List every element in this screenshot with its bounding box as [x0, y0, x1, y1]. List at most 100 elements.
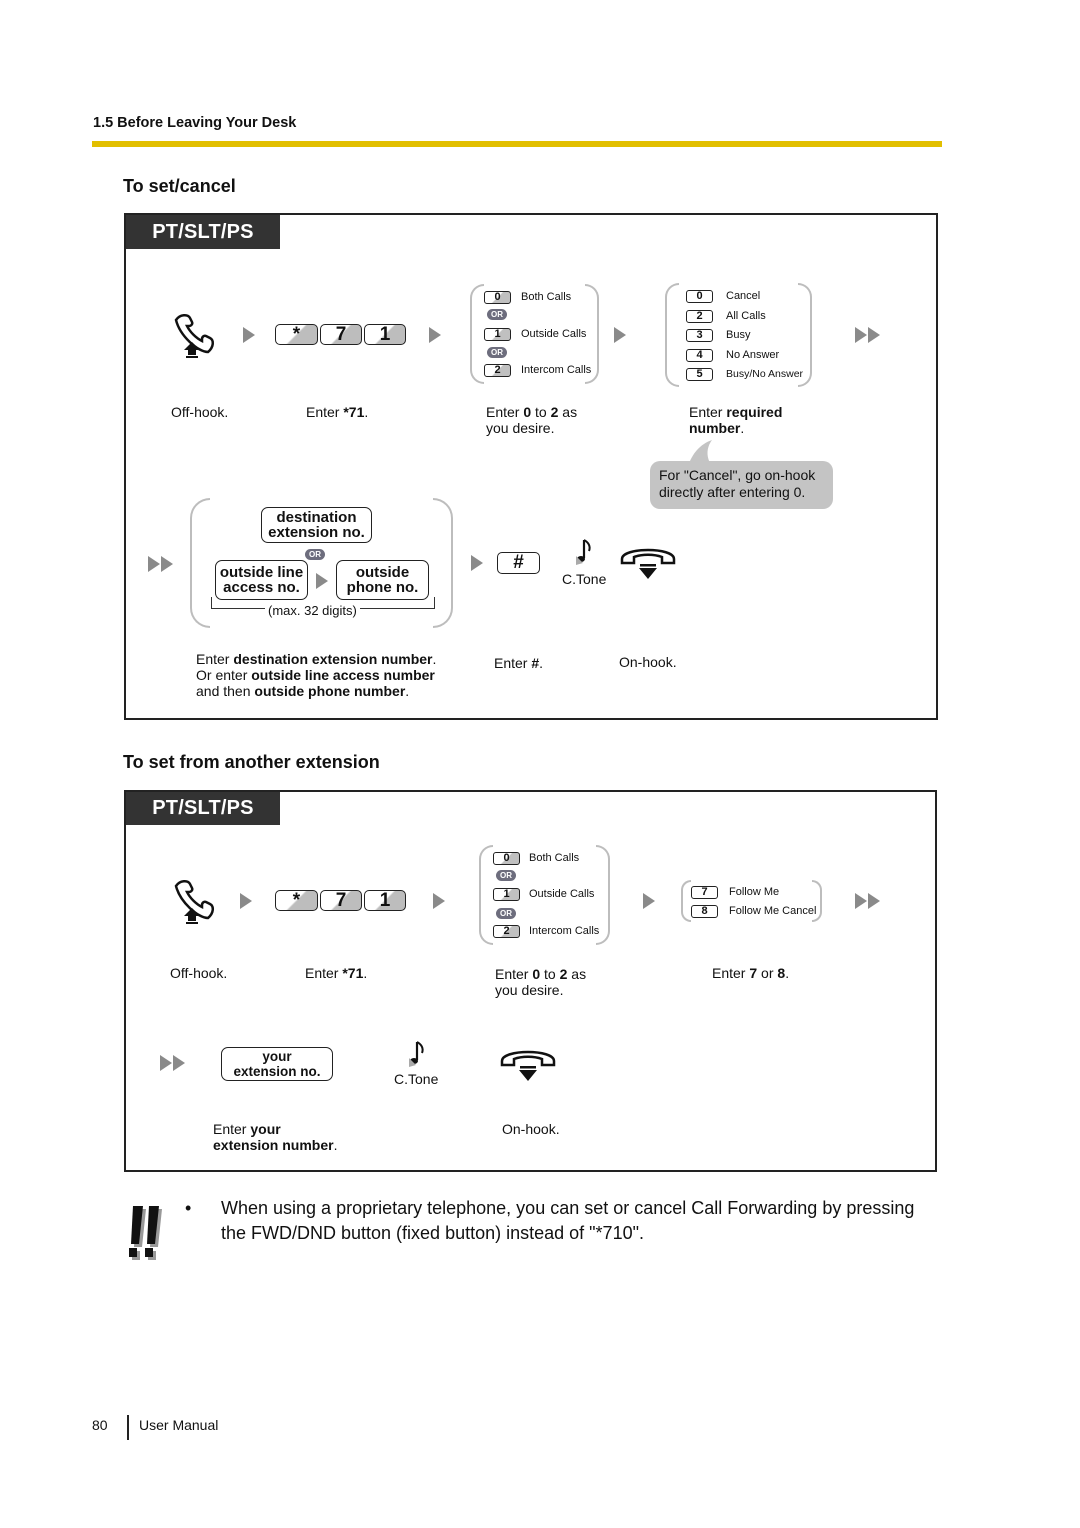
caption-on-hook: On-hook. — [502, 1121, 560, 1137]
section-title-set-cancel: To set/cancel — [123, 176, 236, 196]
phone-type-tab: PT/SLT/PS — [126, 792, 280, 825]
caption-enter-required: Enter required number. — [689, 404, 783, 436]
box-line: outside line — [219, 564, 304, 581]
key-1: 1 — [364, 890, 406, 911]
option-label: Busy/No Answer — [726, 368, 804, 380]
note-bullet: • — [185, 1198, 192, 1218]
caption-enter-code: Enter *71. — [306, 404, 369, 420]
option-label: All Calls — [726, 310, 766, 322]
caption-enter-destination: Enter destination extension number. Or e… — [196, 651, 437, 699]
option-label: Outside Calls — [521, 328, 587, 340]
option-label: Both Calls — [529, 852, 580, 864]
outside-phone-box: outside phone no. — [336, 560, 429, 600]
bracket-left — [665, 283, 679, 387]
note-line: When using a proprietary telephone, you … — [221, 1198, 915, 1218]
key-star: * — [275, 890, 318, 911]
option-label: Busy — [726, 329, 751, 341]
footer-divider — [127, 1415, 129, 1440]
box-line: access no. — [223, 579, 300, 596]
box-line: phone no. — [346, 579, 419, 596]
option-label: No Answer — [726, 349, 780, 361]
important-note-icon — [129, 1206, 162, 1260]
caption-enter-your-extension: Enter your extension number. — [213, 1121, 338, 1153]
arrow-icon — [240, 893, 252, 909]
note-line: the FWD/DND button (fixed button) instea… — [221, 1223, 644, 1243]
or-badge: OR — [305, 549, 325, 560]
bracket-left — [681, 880, 691, 922]
arrow-icon — [243, 327, 255, 343]
option-key: 7 — [691, 886, 718, 899]
on-hook-handset-icon — [620, 548, 676, 579]
option-key: 0 — [484, 291, 511, 304]
your-extension-box: your extension no. — [221, 1047, 333, 1081]
caption-enter-range: Enter 0 to 2 as you desire. — [486, 404, 578, 436]
box-line: extension no. — [233, 1064, 321, 1079]
page-number: 80 — [92, 1417, 108, 1433]
arrow-icon — [471, 555, 483, 571]
option-key: 2 — [484, 364, 511, 377]
caption-enter-follow: Enter 7 or 8. — [712, 965, 790, 981]
option-key: 1 — [484, 328, 511, 341]
destination-extension-box: destination extension no. — [261, 507, 372, 543]
continue-arrow-icon — [160, 1055, 185, 1071]
box-line: destination — [276, 509, 357, 526]
section-rule — [92, 141, 942, 147]
option-label: Both Calls — [521, 291, 572, 303]
confirmation-tone-icon — [409, 1041, 424, 1067]
or-badge: OR — [496, 908, 516, 919]
bubble-line: directly after entering 0. — [659, 484, 806, 500]
option-label: Follow Me — [729, 886, 780, 898]
on-hook-handset-icon — [500, 1050, 556, 1081]
option-key: 5 — [686, 368, 713, 381]
caption-on-hook: On-hook. — [619, 654, 677, 670]
ctone-label: C.Tone — [562, 571, 607, 587]
option-key: 1 — [493, 888, 520, 901]
box-line: extension no. — [268, 524, 365, 541]
outside-line-access-box: outside line access no. — [215, 560, 308, 600]
caption-enter-hash: Enter #. — [494, 655, 544, 671]
continue-arrow-icon — [855, 893, 880, 909]
bracket-left — [190, 498, 210, 628]
bubble-line: For "Cancel", go on-hook — [659, 467, 816, 483]
option-label: Follow Me Cancel — [729, 905, 817, 917]
key-hash: # — [497, 552, 540, 574]
arrow-icon — [316, 573, 328, 589]
option-label: Outside Calls — [529, 888, 595, 900]
option-key: 4 — [686, 349, 713, 362]
caption-enter-range: Enter 0 to 2 as you desire. — [495, 966, 587, 998]
cancel-tip-bubble: For "Cancel", go on-hook directly after … — [650, 461, 833, 509]
or-badge: OR — [496, 870, 516, 881]
or-badge: OR — [487, 309, 507, 320]
bracket-right — [433, 498, 453, 628]
box-line: your — [262, 1049, 292, 1064]
ctone-label: C.Tone — [394, 1071, 439, 1087]
option-label: Intercom Calls — [521, 364, 592, 376]
caption-off-hook: Off-hook. — [170, 965, 228, 981]
or-badge: OR — [487, 347, 507, 358]
arrow-icon — [429, 327, 441, 343]
arrow-icon — [643, 893, 655, 909]
off-hook-handset-icon — [174, 880, 214, 924]
option-label: Cancel — [726, 290, 761, 302]
note-text: When using a proprietary telephone, you … — [221, 1196, 931, 1246]
option-key: 2 — [686, 310, 713, 323]
key-star: * — [275, 324, 318, 345]
max-digits-label: (max. 32 digits) — [265, 603, 360, 618]
confirmation-tone-icon — [576, 539, 591, 565]
off-hook-handset-icon — [174, 314, 214, 358]
option-label: Intercom Calls — [529, 925, 600, 937]
footer-label: User Manual — [139, 1417, 219, 1433]
section-title-another-extension: To set from another extension — [123, 752, 380, 772]
caption-off-hook: Off-hook. — [171, 404, 229, 420]
box-line: outside — [355, 564, 410, 581]
option-key: 0 — [493, 852, 520, 865]
continue-arrow-icon — [148, 556, 173, 572]
option-key: 3 — [686, 329, 713, 342]
bracket-left — [479, 845, 493, 945]
key-7: 7 — [320, 324, 362, 345]
section-heading: 1.5 Before Leaving Your Desk — [93, 115, 297, 131]
caption-enter-code: Enter *71. — [305, 965, 368, 981]
continue-arrow-icon — [855, 327, 880, 343]
bracket-left — [470, 284, 484, 384]
key-7: 7 — [320, 890, 362, 911]
